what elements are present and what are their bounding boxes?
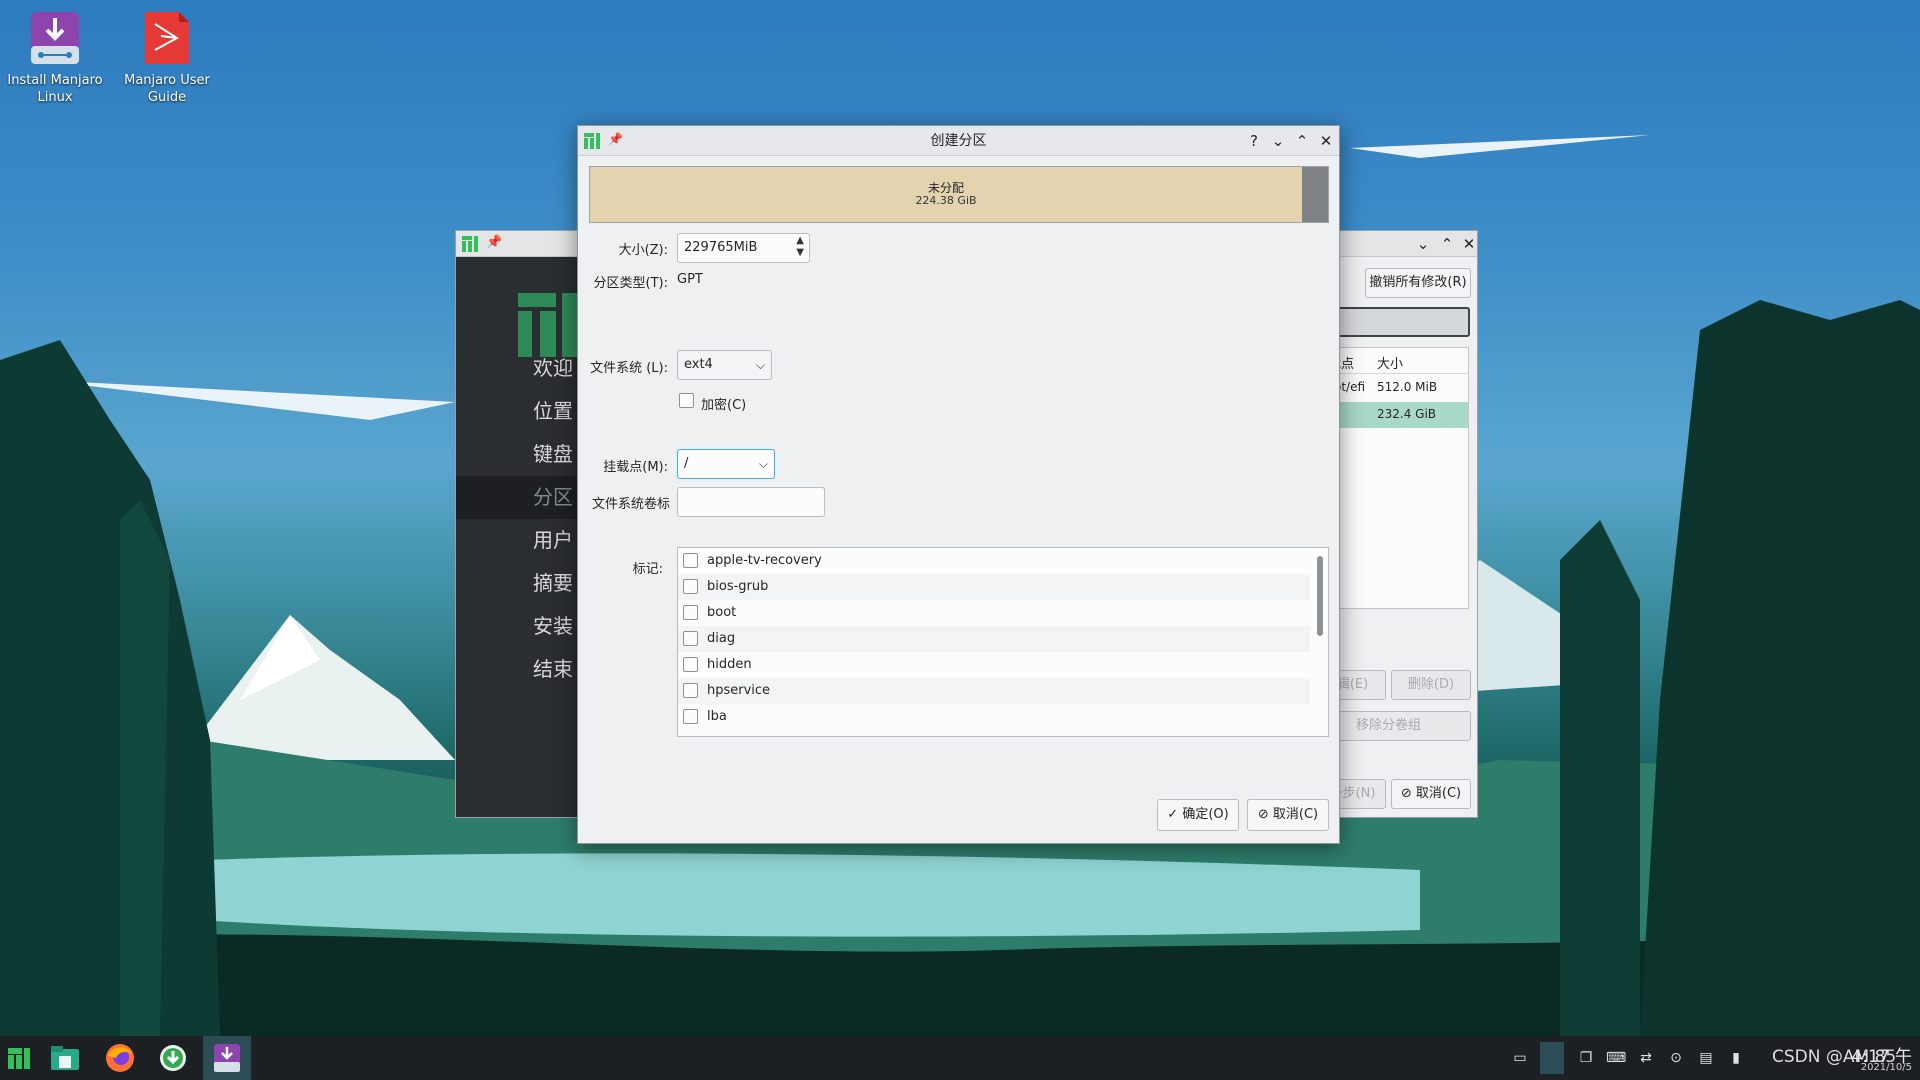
installer-icon (211, 1042, 243, 1074)
filesystem-volume-label: 文件系统卷标 (591, 497, 670, 512)
close-icon[interactable]: ✕ (1316, 131, 1336, 151)
sidebar-item-install: 安装 (533, 614, 573, 638)
cancel-button[interactable]: ⊘ 取消(C) (1247, 799, 1329, 831)
mount-point-combo[interactable]: / ⌵ (677, 449, 775, 479)
dialog-title: 创建分区 (930, 133, 987, 149)
volume-label-input[interactable] (677, 487, 825, 517)
windows-icon[interactable]: ❐ (1576, 1048, 1596, 1068)
sidebar-item-summary: 摘要 (533, 571, 573, 595)
terminal-icon[interactable]: ⌨ (1606, 1048, 1626, 1068)
minimize-icon[interactable]: ⌄ (1413, 234, 1433, 254)
list-item[interactable]: hpservice (678, 678, 1310, 704)
pin-icon[interactable]: 📌 (608, 132, 623, 146)
partition-type-value: GPT (677, 272, 703, 287)
download-manager-icon[interactable] (157, 1042, 189, 1074)
list-item[interactable]: apple-tv-recovery (678, 548, 1310, 574)
filesystem-label: 文件系统 (L): (590, 361, 668, 376)
clipboard-icon[interactable]: ▤ (1696, 1048, 1716, 1068)
sidebar-item-users: 用户 (533, 528, 573, 552)
size-label: 大小(Z): (618, 243, 668, 258)
flag-checkbox[interactable] (683, 579, 698, 594)
cancel-icon: ⊘ (1400, 786, 1416, 801)
flag-checkbox[interactable] (683, 605, 698, 620)
sidebar-item-partitions: 分区 (456, 476, 581, 519)
chevron-down-icon[interactable]: ⌵ (759, 450, 768, 478)
minimize-icon[interactable]: ⌄ (1268, 131, 1288, 151)
install-icon (27, 10, 83, 66)
unallocated-size: 224.38 GiB (915, 194, 977, 207)
list-item[interactable]: hidden (678, 652, 1310, 678)
ok-button[interactable]: ✓ 确定(O) (1157, 799, 1239, 831)
flag-checkbox[interactable] (683, 709, 698, 724)
sidebar-item-keyboard: 键盘 (533, 442, 573, 466)
revert-all-button[interactable]: 撤销所有修改(R) (1365, 268, 1471, 298)
network-icon[interactable]: ⇄ (1636, 1048, 1656, 1068)
size-spinbox[interactable]: 229765MiB ▲ ▼ (677, 233, 810, 263)
manjaro-logo-icon (462, 236, 478, 252)
flag-checkbox[interactable] (683, 683, 698, 698)
chevron-down-icon: ⌵ (755, 358, 765, 372)
close-icon[interactable]: ✕ (1459, 234, 1479, 254)
dialog-titlebar: 创建分区 📌 ? ⌄ ⌃ ✕ (578, 126, 1339, 156)
help-icon[interactable]: ? (1244, 131, 1264, 151)
bar-end-segment (1302, 167, 1328, 222)
desktop-icon-user-guide[interactable]: Manjaro User Guide (112, 0, 222, 106)
flags-label: 标记: (632, 562, 663, 577)
pager-icon[interactable] (1540, 1042, 1564, 1074)
sidebar-item-welcome: 欢迎 (533, 356, 573, 380)
pin-icon[interactable]: 📌 (486, 235, 502, 250)
installer-sidebar: 欢迎 位置 键盘 分区 用户 摘要 安装 结束 (456, 257, 581, 817)
flag-checkbox[interactable] (683, 657, 698, 672)
sidebar-item-finish: 结束 (533, 657, 573, 681)
partition-bar: 未分配 224.38 GiB (589, 166, 1329, 223)
list-item[interactable]: diag (678, 626, 1310, 652)
flags-list[interactable]: apple-tv-recovery bios-grub boot diag hi… (677, 547, 1329, 737)
clock-date[interactable]: 2021/10/5 (1861, 1062, 1912, 1073)
sidebar-item-location: 位置 (533, 399, 573, 423)
pdf-icon (139, 10, 195, 66)
taskbar-active-task[interactable] (203, 1036, 251, 1080)
list-item[interactable]: lba (678, 704, 1310, 730)
cancel-install-button[interactable]: ⊘ 取消(C) (1391, 779, 1471, 809)
encrypt-checkbox[interactable] (679, 393, 694, 408)
desktop-icon-install-manjaro[interactable]: Install Manjaro Linux (0, 0, 110, 106)
list-item[interactable]: bios-grub (678, 574, 1310, 600)
list-item[interactable]: boot (678, 600, 1310, 626)
application-menu-icon[interactable] (4, 1042, 36, 1074)
spin-arrows-icon[interactable]: ▲ ▼ (796, 235, 804, 259)
firefox-icon[interactable] (104, 1042, 136, 1074)
delete-button[interactable]: 删除(D) (1391, 670, 1471, 700)
maximize-icon[interactable]: ⌃ (1292, 131, 1312, 151)
partition-type-label: 分区类型(T): (593, 276, 668, 291)
filesystem-select[interactable]: ext4 ⌵ (677, 350, 772, 380)
create-partition-dialog: 创建分区 📌 ? ⌄ ⌃ ✕ 未分配 224.38 GiB 大小(Z): 229… (577, 125, 1340, 844)
column-header-size[interactable]: 大小 (1377, 353, 1403, 372)
show-desktop-icon[interactable]: ▭ (1510, 1048, 1530, 1068)
mount-point-label: 挂载点(M): (603, 460, 668, 475)
flag-checkbox[interactable] (683, 553, 698, 568)
encrypt-label: 加密(C) (701, 398, 747, 413)
taskbar: ▭ ❐ ⌨ ⇄ ⊙ ▤ ▮ CSDN @AM 85 4:17 午 2021/10… (0, 1036, 1920, 1080)
updates-icon[interactable]: ⊙ (1666, 1048, 1686, 1068)
desktop-icon-label: Install Manjaro Linux (7, 73, 103, 105)
file-manager-icon[interactable] (49, 1042, 81, 1074)
flag-checkbox[interactable] (683, 631, 698, 646)
maximize-icon[interactable]: ⌃ (1437, 234, 1457, 254)
desktop-icon-label: Manjaro User Guide (124, 73, 210, 105)
battery-icon[interactable]: ▮ (1726, 1048, 1746, 1068)
check-icon: ✓ (1167, 807, 1183, 822)
cancel-icon: ⊘ (1257, 807, 1273, 822)
manjaro-logo-icon (584, 133, 600, 149)
scrollbar-handle[interactable] (1317, 556, 1323, 636)
